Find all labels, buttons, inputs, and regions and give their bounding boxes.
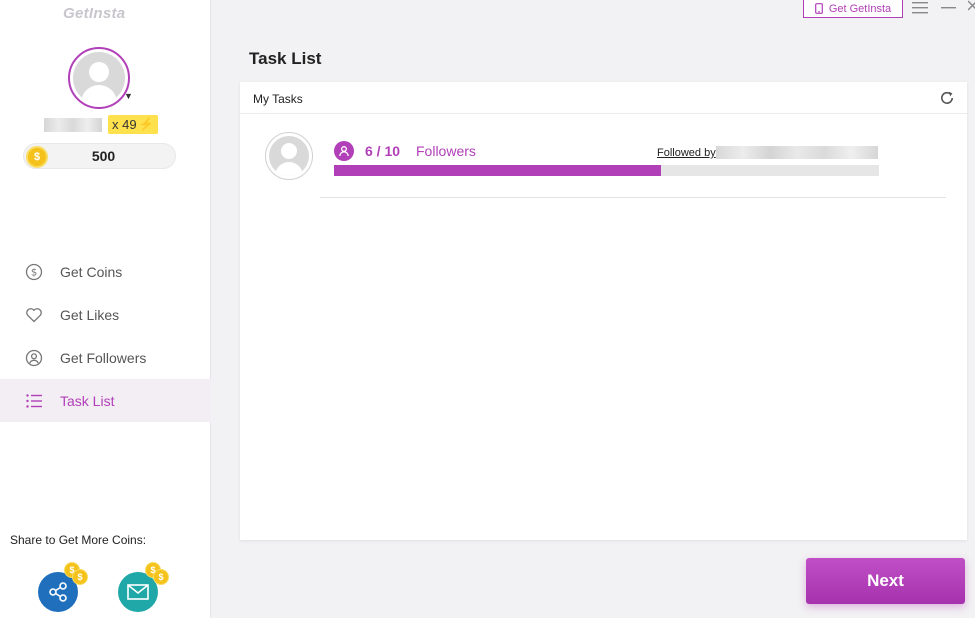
card-header: My Tasks: [240, 82, 967, 114]
lightning-icon: ⚡: [138, 117, 154, 131]
menu-icon[interactable]: [912, 1, 928, 20]
sidebar-item-get-coins[interactable]: $ Get Coins: [0, 250, 211, 293]
sidebar-item-label: Get Likes: [60, 306, 120, 323]
task-progress-fill: [334, 165, 661, 176]
followed-by-redacted: [716, 146, 878, 159]
task-target-avatar: [265, 132, 313, 180]
coins-value: 500: [91, 148, 116, 164]
sidebar-nav: $ Get Coins Get Likes Get Followers Task…: [0, 250, 211, 422]
task-card: My Tasks 6 / 10 Followers Followed by: [240, 82, 967, 540]
task-type-label: Followers: [416, 143, 476, 159]
task-progress-count: 6 / 10: [365, 143, 401, 159]
card-title: My Tasks: [253, 92, 303, 106]
dollar-circle-icon: $: [24, 262, 44, 282]
multiplier-badge: x 49 ⚡: [108, 115, 158, 134]
heart-icon: [24, 305, 44, 325]
minimize-icon[interactable]: [941, 0, 957, 18]
username-redacted: [44, 118, 102, 132]
coin-icon: $: [72, 569, 88, 585]
user-avatar[interactable]: [68, 47, 130, 109]
sidebar-item-get-followers[interactable]: Get Followers: [0, 336, 211, 379]
sidebar: GetInsta ▼ x 49 ⚡ $ 500 $ Get Coins Get …: [0, 0, 211, 618]
svg-text:$: $: [31, 267, 37, 278]
task-progress-bar: [334, 165, 879, 176]
close-icon[interactable]: [967, 0, 975, 17]
share-label: Share to Get More Coins:: [10, 533, 147, 547]
list-icon: [24, 391, 44, 411]
share-icon: [49, 582, 67, 602]
share-email-button[interactable]: [118, 572, 158, 612]
sidebar-item-get-likes[interactable]: Get Likes: [0, 293, 211, 336]
sidebar-item-label: Task List: [60, 392, 115, 409]
next-button[interactable]: Next: [806, 558, 965, 604]
task-divider: [320, 197, 946, 198]
phone-icon: [814, 3, 823, 14]
coins-balance: $ 500: [23, 143, 176, 169]
followed-by-link[interactable]: Followed by: [657, 147, 716, 159]
sidebar-item-label: Get Followers: [60, 349, 147, 366]
sidebar-item-label: Get Coins: [60, 263, 123, 280]
get-getinsta-label: Get GetInsta: [828, 2, 892, 15]
refresh-icon[interactable]: [939, 90, 955, 106]
follower-icon: [334, 141, 354, 161]
page-title: Task List: [249, 49, 322, 68]
get-getinsta-button[interactable]: Get GetInsta: [803, 0, 903, 18]
brand-logo: GetInsta: [63, 5, 126, 22]
chevron-down-icon[interactable]: ▼: [124, 91, 133, 101]
mail-icon: [127, 584, 149, 600]
multiplier-value: x 49: [112, 117, 137, 132]
coin-icon: $: [153, 569, 169, 585]
sidebar-item-task-list[interactable]: Task List: [0, 379, 211, 422]
user-circle-icon: [24, 348, 44, 368]
